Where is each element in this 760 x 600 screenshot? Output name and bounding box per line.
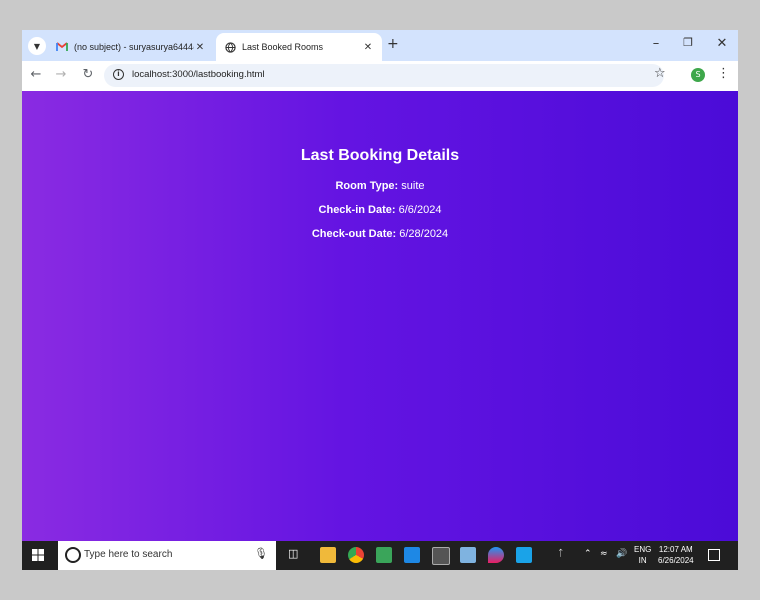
search-placeholder[interactable]: Type here to search — [84, 549, 172, 560]
browser-window: ▼ (no subject) - suryasurya6444@ ✕ Last … — [22, 30, 738, 570]
checkin-row: Check-in Date: 6/6/2024 — [22, 204, 738, 216]
windows-taskbar: Type here to search 🎙 ◫ ᛏ ⌃ ≈ 🔊 ENG IN 1… — [22, 541, 738, 570]
volume-icon[interactable]: 🔊 — [616, 549, 627, 559]
system-clock[interactable]: 12:07 AM 6/26/2024 — [658, 544, 694, 566]
address-bar[interactable]: i localhost:3000/lastbooking.html — [104, 64, 664, 87]
chevron-down-icon: ▼ — [33, 41, 41, 51]
checkin-label: Check-in Date: — [318, 204, 396, 216]
room-type-label: Room Type: — [335, 180, 399, 192]
notification-icon[interactable] — [708, 549, 720, 561]
checkin-value: 6/6/2024 — [398, 204, 442, 216]
page-title: Last Booking Details — [300, 147, 460, 164]
forward-arrow-icon[interactable]: → — [53, 67, 69, 82]
clock-time: 12:07 AM — [658, 545, 693, 554]
gmail-icon — [56, 41, 68, 53]
minimize-icon[interactable]: – — [646, 36, 666, 51]
region-code: IN — [638, 556, 647, 565]
new-tab-plus-icon[interactable]: + — [387, 36, 399, 52]
task-view-icon[interactable]: ◫ — [288, 547, 298, 560]
tab-gmail[interactable]: (no subject) - suryasurya6444@ ✕ — [48, 33, 214, 61]
tab-last-booked-rooms[interactable]: Last Booked Rooms ✕ — [216, 33, 382, 61]
checkout-value: 6/28/2024 — [399, 228, 449, 240]
back-arrow-icon[interactable]: ← — [28, 67, 44, 82]
terminal-icon[interactable] — [432, 547, 450, 565]
menu-kebab-icon[interactable]: ⋮ — [717, 66, 730, 81]
profile-avatar[interactable]: S — [691, 68, 705, 82]
browser-toolbar: ← → ↻ i localhost:3000/lastbooking.html … — [22, 61, 738, 90]
restore-icon[interactable]: ❐ — [678, 36, 698, 49]
people-icon[interactable]: ᛏ — [558, 549, 563, 559]
clock-date: 6/26/2024 — [658, 556, 694, 565]
bookmark-star-icon[interactable]: ☆ — [654, 66, 666, 81]
vscode-icon[interactable] — [404, 547, 420, 563]
search-circle-icon — [65, 547, 81, 563]
page-content: Last Booking Details Room Type: suite Ch… — [22, 91, 738, 541]
room-type-row: Room Type: suite — [22, 180, 738, 192]
close-icon[interactable]: ✕ — [194, 42, 206, 53]
wifi-icon[interactable]: ≈ — [600, 549, 608, 559]
tab-strip: ▼ (no subject) - suryasurya6444@ ✕ Last … — [22, 30, 738, 61]
windows-start-icon[interactable] — [32, 549, 44, 561]
tab-title: (no subject) - suryasurya6444@ — [74, 42, 194, 52]
notepad-icon[interactable] — [376, 547, 392, 563]
language-indicator[interactable]: ENG IN — [634, 544, 651, 566]
microphone-icon[interactable]: 🎙 — [254, 547, 268, 560]
url-text[interactable]: localhost:3000/lastbooking.html — [132, 69, 265, 80]
checkout-row: Check-out Date: 6/28/2024 — [22, 228, 738, 240]
close-icon[interactable]: ✕ — [362, 42, 374, 53]
chevron-up-icon[interactable]: ⌃ — [584, 549, 592, 559]
paint-icon[interactable] — [488, 547, 504, 563]
reload-icon[interactable]: ↻ — [80, 67, 96, 82]
info-icon[interactable]: i — [113, 69, 124, 80]
taskbar-search-box[interactable]: Type here to search 🎙 — [58, 541, 276, 570]
window-close-icon[interactable]: ✕ — [712, 36, 732, 51]
lang-code: ENG — [634, 545, 652, 554]
tab-search-button[interactable]: ▼ — [28, 37, 46, 55]
file-explorer-icon[interactable] — [320, 547, 336, 563]
app-icon[interactable] — [460, 547, 476, 563]
globe-icon — [224, 41, 236, 53]
checkout-label: Check-out Date: — [311, 228, 397, 240]
tab-title: Last Booked Rooms — [242, 42, 324, 52]
chrome-icon[interactable] — [348, 547, 364, 563]
room-type-value: suite — [401, 180, 425, 192]
photos-icon[interactable] — [516, 547, 532, 563]
